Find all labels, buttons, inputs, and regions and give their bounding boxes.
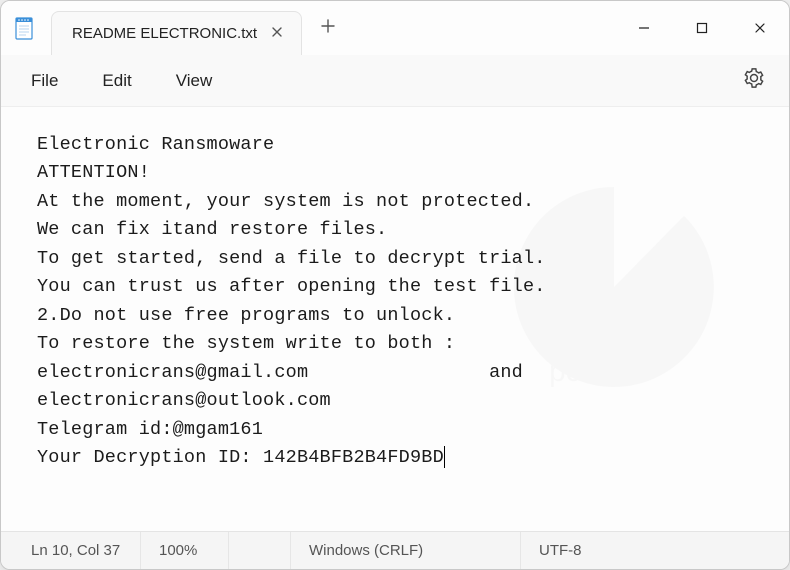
editor-area[interactable]: pcrisk Electronic Ransmoware ATTENTION! … bbox=[1, 107, 789, 531]
text-caret bbox=[444, 446, 445, 468]
status-spacer bbox=[229, 532, 291, 569]
menu-edit[interactable]: Edit bbox=[80, 65, 153, 97]
new-tab-button[interactable] bbox=[306, 17, 350, 40]
document-text[interactable]: Electronic Ransmoware ATTENTION! At the … bbox=[37, 131, 765, 473]
file-tab[interactable]: README ELECTRONIC.txt bbox=[51, 11, 302, 55]
menubar: File Edit View bbox=[1, 55, 789, 107]
settings-button[interactable] bbox=[727, 61, 781, 100]
close-tab-icon[interactable] bbox=[271, 25, 283, 42]
notepad-app-icon bbox=[13, 15, 35, 41]
titlebar: README ELECTRONIC.txt bbox=[1, 1, 789, 55]
statusbar: Ln 10, Col 37 100% Windows (CRLF) UTF-8 bbox=[1, 531, 789, 569]
status-position: Ln 10, Col 37 bbox=[1, 532, 141, 569]
menu-view[interactable]: View bbox=[154, 65, 235, 97]
window-controls bbox=[615, 1, 789, 55]
notepad-window: README ELECTRONIC.txt File Edit View bbox=[0, 0, 790, 570]
status-line-ending: Windows (CRLF) bbox=[291, 532, 521, 569]
status-encoding: UTF-8 bbox=[521, 532, 631, 569]
gear-icon bbox=[743, 67, 765, 89]
close-window-button[interactable] bbox=[731, 1, 789, 55]
minimize-button[interactable] bbox=[615, 1, 673, 55]
file-tab-title: README ELECTRONIC.txt bbox=[72, 25, 257, 42]
status-zoom[interactable]: 100% bbox=[141, 532, 229, 569]
maximize-button[interactable] bbox=[673, 1, 731, 55]
menu-file[interactable]: File bbox=[9, 65, 80, 97]
